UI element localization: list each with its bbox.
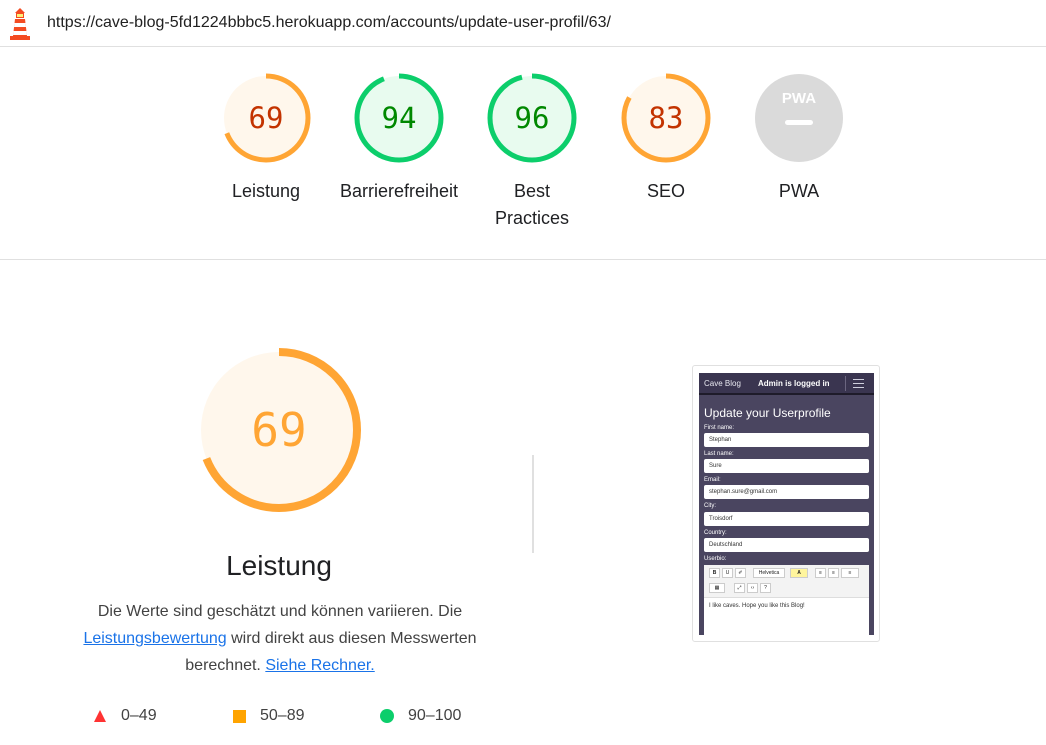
thumb-field-label: Last name: — [704, 451, 734, 457]
section-divider — [0, 259, 1046, 260]
thumb-field-value: Deutschland — [704, 538, 869, 552]
thumb-field-label: First name: — [704, 425, 735, 431]
legend-range: 0–49 — [121, 707, 157, 724]
code-view-icon: ‹› — [747, 583, 758, 593]
gauge-score: 69 — [248, 101, 284, 135]
gauge-best-practices[interactable]: 96 Best Practices — [467, 72, 597, 232]
thumb-navbar: Cave Blog Admin is logged in — [699, 373, 874, 395]
gauge-score: 94 — [381, 101, 417, 135]
calculator-link[interactable]: Siehe Rechner. — [265, 657, 374, 674]
thumb-field-label: Userbio: — [704, 556, 727, 562]
performance-title: Leistung — [226, 550, 332, 581]
legend-range: 90–100 — [408, 707, 462, 724]
gauge-seo[interactable]: 83 SEO — [601, 72, 731, 205]
thumb-editor-content: I like caves. Hope you like this Blog! — [709, 603, 805, 609]
lighthouse-logo-icon — [10, 8, 30, 40]
url-bar: https://cave-blog-5fd1224bbbc5.herokuapp… — [0, 0, 1046, 47]
legend-average: 50–89 — [232, 707, 305, 725]
bold-icon: B — [709, 568, 720, 578]
gauge-label: Barrierefreiheit — [339, 181, 459, 201]
gauge-performance[interactable]: 69 Leistung — [201, 72, 331, 205]
gauge-label: Best Practices — [494, 181, 570, 228]
thumb-login-status: Admin is logged in — [758, 379, 830, 388]
thumb-heading: Update your Userprofile — [704, 406, 831, 420]
performance-gauge-large: 69 — [195, 346, 363, 514]
hamburger-icon — [845, 376, 871, 391]
final-screenshot: Cave Blog Admin is logged in Update your… — [699, 373, 874, 635]
thumb-editor-toolbar: B U ✐ Helvetica A ≡ ≡ ≡ ▦ ⤢ ‹› ? — [704, 565, 869, 598]
fullscreen-icon: ⤢ — [734, 583, 745, 593]
desc-text: Die Werte sind geschätzt und können vari… — [97, 603, 463, 620]
circle-icon — [380, 709, 394, 723]
legend-fail: 0–49 — [93, 707, 157, 725]
thumb-brand: Cave Blog — [704, 379, 741, 388]
triangle-icon — [94, 710, 106, 722]
underline-icon: U — [722, 568, 733, 578]
gauge-label: PWA — [778, 181, 820, 201]
scoring-link[interactable]: Leistungsbewertung — [83, 630, 226, 647]
thumb-field-value: stephan.sure@gmail.com — [704, 485, 869, 499]
legend-pass: 90–100 — [380, 707, 461, 725]
gauge-label: Leistung — [231, 181, 301, 201]
gauge-score: 96 — [514, 101, 550, 135]
help-icon: ? — [760, 583, 771, 593]
page-url[interactable]: https://cave-blog-5fd1224bbbc5.herokuapp… — [47, 14, 611, 32]
pwa-badge-icon: PWA — [755, 74, 843, 162]
square-icon — [233, 710, 246, 723]
font-select: Helvetica — [753, 568, 785, 578]
thumb-field-value: Troisdorf — [704, 512, 869, 526]
gauge-pwa[interactable]: PWA PWA — [734, 72, 864, 205]
thumb-field-value: Sure — [704, 459, 869, 473]
ordered-list-icon: ≡ — [828, 568, 839, 578]
eraser-icon: ✐ — [735, 568, 746, 578]
gauge-accessibility[interactable]: 94 Barrierefreiheit — [334, 72, 464, 205]
gauge-score: 83 — [648, 101, 684, 135]
text-color-icon: A — [790, 568, 808, 578]
thumb-field-value: Stephan — [704, 433, 869, 447]
thumb-field-label: Email: — [704, 477, 721, 483]
pwa-badge-text: PWA — [782, 90, 816, 107]
gauge-label: SEO — [646, 181, 685, 201]
unordered-list-icon: ≡ — [815, 568, 826, 578]
performance-score-large: 69 — [251, 403, 307, 457]
vertical-divider — [532, 455, 534, 553]
table-icon: ▦ — [709, 583, 725, 593]
thumb-field-label: City: — [704, 503, 716, 509]
paragraph-icon: ≡ — [841, 568, 859, 578]
legend-range: 50–89 — [260, 707, 305, 724]
thumb-rich-editor: B U ✐ Helvetica A ≡ ≡ ≡ ▦ ⤢ ‹› ? I like … — [704, 565, 869, 635]
thumb-field-label: Country: — [704, 530, 727, 536]
performance-description: Die Werte sind geschätzt und können vari… — [60, 598, 500, 679]
